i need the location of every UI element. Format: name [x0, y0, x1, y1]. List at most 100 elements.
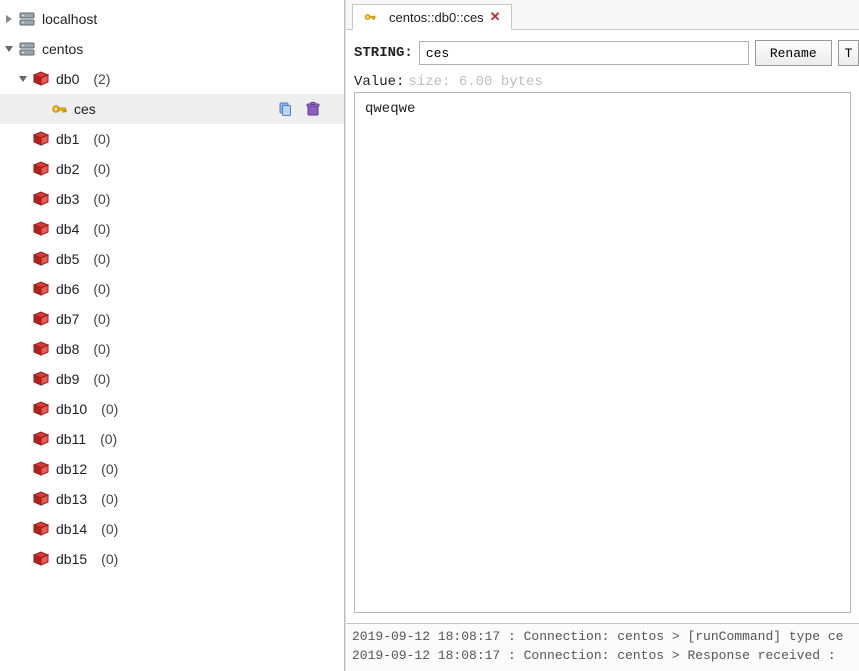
blank-twisty — [16, 192, 30, 206]
database-db8[interactable]: db8 (0) — [0, 334, 344, 364]
database-db7[interactable]: db7 (0) — [0, 304, 344, 334]
database-label: db6 — [56, 281, 79, 297]
database-label: db7 — [56, 311, 79, 327]
server-icon — [18, 40, 36, 58]
log-line: 2019-09-12 18:08:17 : Connection: centos… — [352, 647, 853, 666]
ttl-button[interactable]: T — [838, 40, 859, 66]
database-count: (0) — [93, 191, 110, 207]
type-label: STRING: — [354, 45, 413, 61]
database-count: (0) — [100, 431, 117, 447]
blank-twisty — [16, 492, 30, 506]
connection-localhost[interactable]: localhost — [0, 4, 344, 34]
database-db3[interactable]: db3 (0) — [0, 184, 344, 214]
blank-twisty — [16, 312, 30, 326]
blank-twisty — [16, 222, 30, 236]
database-db14[interactable]: db14 (0) — [0, 514, 344, 544]
chevron-down-icon[interactable] — [16, 72, 30, 86]
database-icon — [32, 190, 50, 208]
value-label: Value: — [354, 74, 404, 90]
database-label: db5 — [56, 251, 79, 267]
chevron-down-icon[interactable] — [2, 42, 16, 56]
blank-twisty — [16, 432, 30, 446]
database-icon — [32, 70, 50, 88]
database-icon — [32, 490, 50, 508]
database-count: (0) — [101, 401, 118, 417]
main-panel: centos::db0::ces ✕ STRING: Rename T Valu… — [345, 0, 859, 671]
blank-twisty — [16, 402, 30, 416]
database-icon — [32, 550, 50, 568]
database-label: db14 — [56, 521, 87, 537]
database-count: (0) — [93, 221, 110, 237]
database-icon — [32, 280, 50, 298]
blank-twisty — [34, 102, 48, 116]
blank-twisty — [16, 462, 30, 476]
database-icon — [32, 250, 50, 268]
log-panel: 2019-09-12 18:08:17 : Connection: centos… — [346, 623, 859, 671]
database-icon — [32, 220, 50, 238]
database-label: db4 — [56, 221, 79, 237]
server-icon — [18, 10, 36, 28]
database-db13[interactable]: db13 (0) — [0, 484, 344, 514]
database-count: (0) — [101, 491, 118, 507]
blank-twisty — [16, 162, 30, 176]
database-label: db2 — [56, 161, 79, 177]
connection-centos[interactable]: centos — [0, 34, 344, 64]
database-label: db8 — [56, 341, 79, 357]
trash-icon[interactable] — [304, 100, 322, 118]
database-label: db13 — [56, 491, 87, 507]
database-db12[interactable]: db12 (0) — [0, 454, 344, 484]
database-db11[interactable]: db11 (0) — [0, 424, 344, 454]
database-db4[interactable]: db4 (0) — [0, 214, 344, 244]
database-db15[interactable]: db15 (0) — [0, 544, 344, 574]
database-icon — [32, 400, 50, 418]
database-db2[interactable]: db2 (0) — [0, 154, 344, 184]
database-icon — [32, 340, 50, 358]
value-textarea[interactable]: qweqwe — [354, 92, 851, 613]
blank-twisty — [16, 522, 30, 536]
database-label: db3 — [56, 191, 79, 207]
database-count: (0) — [93, 251, 110, 267]
database-count: (0) — [101, 461, 118, 477]
database-count: (0) — [101, 551, 118, 567]
database-icon — [32, 160, 50, 178]
blank-twisty — [16, 282, 30, 296]
key-name-input[interactable] — [419, 41, 749, 65]
database-db9[interactable]: db9 (0) — [0, 364, 344, 394]
sidebar: localhost centos db0 (2) — [0, 0, 345, 671]
rename-button[interactable]: Rename — [755, 40, 832, 66]
database-icon — [32, 370, 50, 388]
database-db10[interactable]: db10 (0) — [0, 394, 344, 424]
database-label: db9 — [56, 371, 79, 387]
database-db5[interactable]: db5 (0) — [0, 244, 344, 274]
log-line: 2019-09-12 18:08:17 : Connection: centos… — [352, 628, 853, 647]
blank-twisty — [16, 372, 30, 386]
database-label: db1 — [56, 131, 79, 147]
database-icon — [32, 460, 50, 478]
database-icon — [32, 520, 50, 538]
database-count: (0) — [93, 131, 110, 147]
database-count: (0) — [93, 161, 110, 177]
database-icon — [32, 130, 50, 148]
key-label: ces — [74, 101, 96, 117]
copy-icon[interactable] — [276, 100, 294, 118]
chevron-right-icon[interactable] — [2, 12, 16, 26]
tab-key[interactable]: centos::db0::ces ✕ — [352, 4, 512, 30]
key-icon — [363, 10, 377, 24]
database-count: (0) — [93, 281, 110, 297]
connection-label: localhost — [42, 11, 97, 27]
database-db6[interactable]: db6 (0) — [0, 274, 344, 304]
tab-bar: centos::db0::ces ✕ — [346, 0, 859, 30]
blank-twisty — [16, 342, 30, 356]
blank-twisty — [16, 552, 30, 566]
key-icon — [50, 100, 68, 118]
blank-twisty — [16, 252, 30, 266]
tab-title: centos::db0::ces — [389, 10, 484, 25]
database-db0[interactable]: db0 (2) — [0, 64, 344, 94]
key-ces[interactable]: ces — [0, 94, 344, 124]
close-icon[interactable]: ✕ — [490, 9, 501, 25]
connection-label: centos — [42, 41, 83, 57]
database-count: (0) — [93, 371, 110, 387]
value-size-hint: size: 6.00 bytes — [408, 74, 542, 90]
database-label: db0 — [56, 71, 79, 87]
database-db1[interactable]: db1 (0) — [0, 124, 344, 154]
